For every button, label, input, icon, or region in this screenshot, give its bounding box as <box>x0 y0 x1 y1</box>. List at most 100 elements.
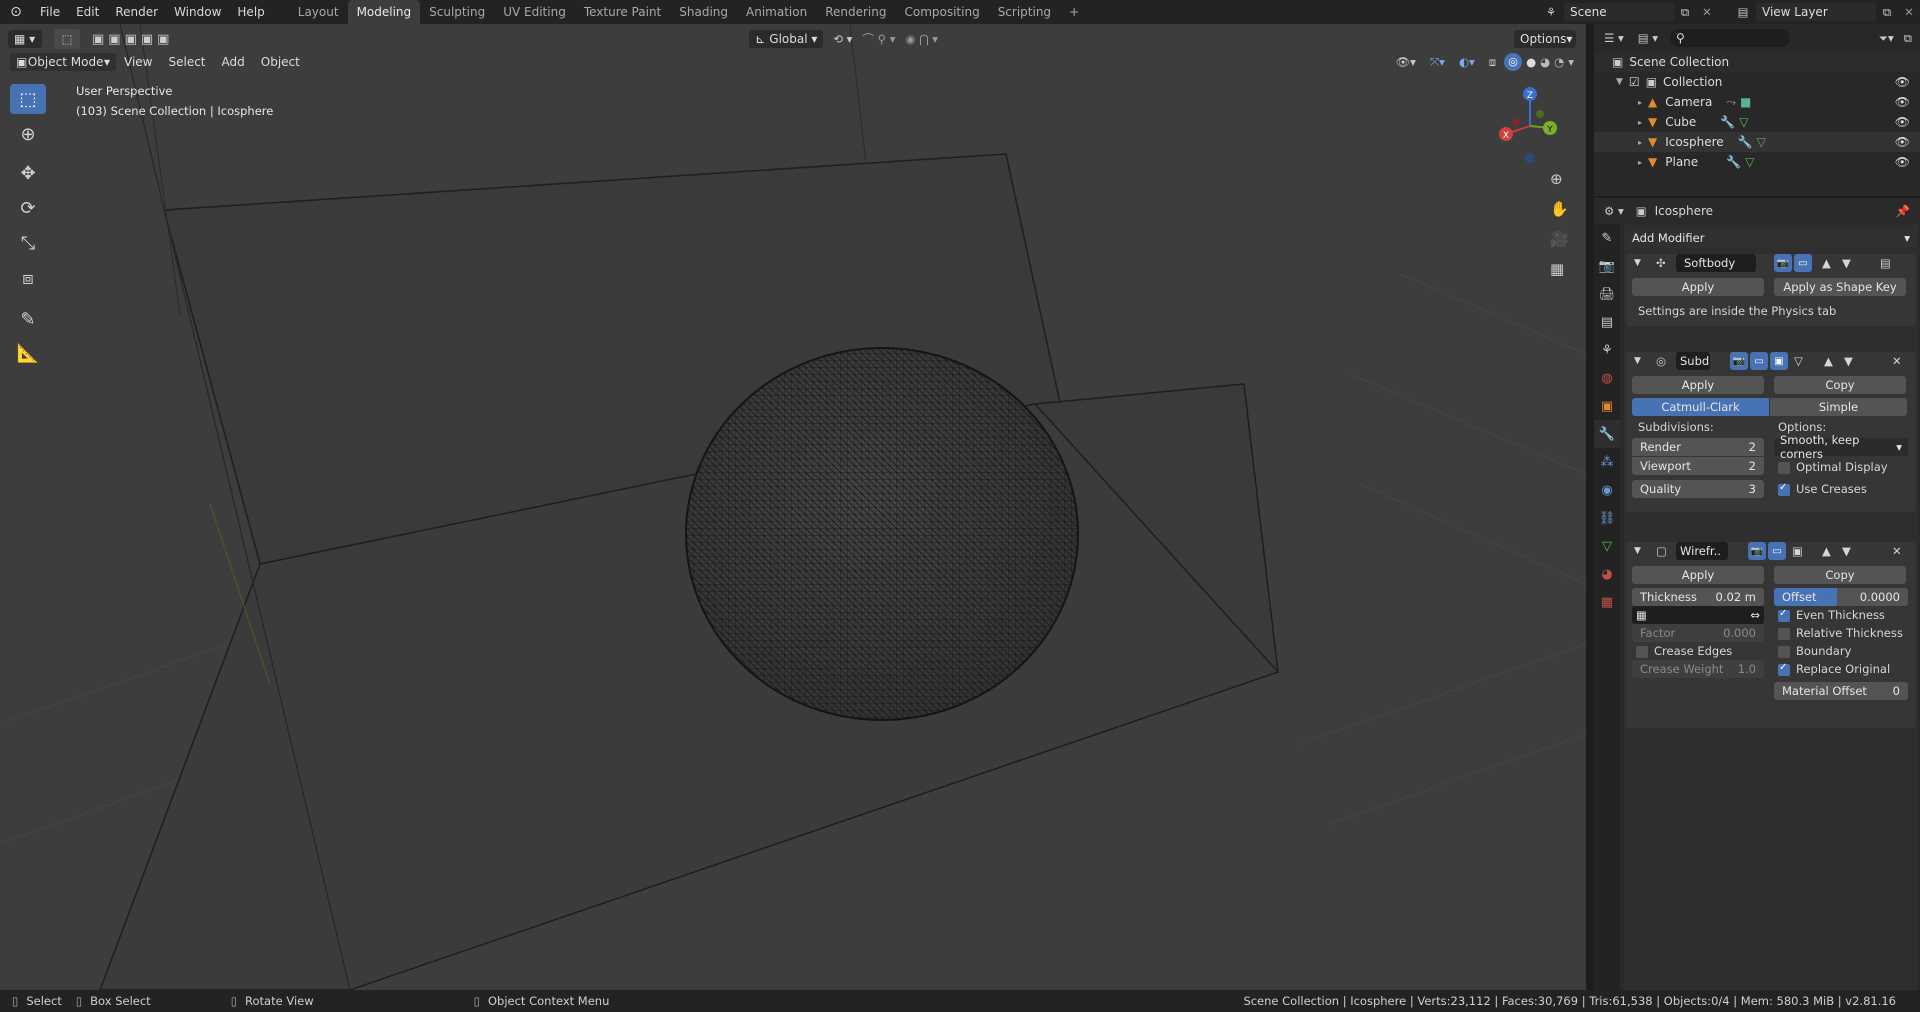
tab-shading[interactable]: Shading <box>670 0 737 24</box>
thickness-field[interactable]: Thickness 0.02 m <box>1632 588 1764 606</box>
shading-rendered-icon[interactable]: ◔ <box>1554 55 1564 69</box>
physics-tab-icon[interactable]: ◉ <box>1594 476 1620 504</box>
pin-icon[interactable]: 📌 <box>1896 204 1910 218</box>
relative-thickness-checkbox[interactable] <box>1778 628 1790 640</box>
scene-tab-icon[interactable]: ⚘ <box>1594 336 1620 364</box>
viewport-menu-view[interactable]: View <box>116 53 160 71</box>
outliner-item-camera[interactable]: ▸ ▲ Camera ⤳ ■ 👁 <box>1594 92 1920 112</box>
softbody-apply-button[interactable]: Apply <box>1632 278 1764 296</box>
move-down-icon[interactable]: ▼ <box>1842 256 1851 270</box>
move-tool-icon[interactable]: ✥ <box>10 158 46 188</box>
snap-icon[interactable]: ⌒ ⚲ ▾ <box>862 31 895 47</box>
new-collection-icon[interactable]: ⧉ <box>1904 31 1912 46</box>
tool-tab-icon[interactable]: ✎ <box>1594 224 1620 252</box>
render-tab-icon[interactable]: 📷 <box>1594 252 1620 280</box>
move-down-icon[interactable]: ▼ <box>1842 544 1851 558</box>
annotate-tool-icon[interactable]: ✎ <box>10 304 46 334</box>
new-view-layer-icon[interactable]: ⧉ <box>1876 5 1898 20</box>
editmode-toggle-icon[interactable]: ▣ <box>1792 544 1803 558</box>
collapse-icon[interactable]: ▼ <box>1634 546 1641 556</box>
tab-uv-editing[interactable]: UV Editing <box>494 0 575 24</box>
factor-field[interactable]: Factor 0.000 <box>1632 624 1764 642</box>
camera-view-icon[interactable]: 🎥 <box>1550 230 1569 248</box>
even-thickness-checkbox[interactable] <box>1778 608 1790 622</box>
options-dropdown[interactable]: Options ▾ <box>1514 30 1577 48</box>
outliner-item-plane[interactable]: ▸ ▼ Plane 🔧 ▽ 👁 <box>1594 152 1920 172</box>
eye-icon[interactable]: 👁 <box>1895 75 1910 89</box>
eye-icon[interactable]: 👁 <box>1895 115 1910 129</box>
crease-edges-checkbox[interactable] <box>1636 646 1648 658</box>
tab-sculpting[interactable]: Sculpting <box>420 0 494 24</box>
overlay-toggle-icon[interactable]: ◐▾ <box>1459 55 1475 69</box>
softbody-apply-shape-button[interactable]: Apply as Shape Key <box>1774 278 1906 296</box>
replace-original-checkbox[interactable] <box>1778 662 1790 676</box>
viewport-menu-select[interactable]: Select <box>160 53 213 71</box>
properties-editor-icon[interactable]: ⚙ ▾ <box>1604 204 1624 218</box>
3d-viewport[interactable]: ▦ ▾ ⬚ ▣▣▣▣▣ ⊾ Global ▾ ⟲ ▾ ⌒ ⚲ ▾ ◉ ⋂ ▾ Opt… <box>0 24 1586 990</box>
viewport-toggle-icon[interactable]: ▭ <box>1794 254 1812 272</box>
orientation-dropdown[interactable]: ⊾ Global ▾ <box>749 30 824 48</box>
remove-modifier-icon[interactable]: ✕ <box>1892 354 1902 368</box>
remove-modifier-icon[interactable]: ✕ <box>1892 544 1902 558</box>
constraints-tab-icon[interactable]: ⛓ <box>1594 504 1620 532</box>
outliner-item-icosphere[interactable]: ▸ ▼ Icosphere 🔧 ▽ 👁 <box>1594 132 1920 152</box>
shading-options-icon[interactable]: ▾ <box>1568 55 1574 69</box>
material-tab-icon[interactable]: ◕ <box>1594 560 1620 588</box>
tab-modeling[interactable]: Modeling <box>347 0 421 24</box>
simple-button[interactable]: Simple <box>1770 398 1907 416</box>
scene-icon[interactable]: ⚘ <box>1538 5 1564 19</box>
delete-scene-icon[interactable]: ✕ <box>1696 5 1718 19</box>
menu-help[interactable]: Help <box>229 0 272 24</box>
select-box-tool-icon[interactable]: ⬚ <box>10 84 46 114</box>
mesh-data-tab-icon[interactable]: ▽ <box>1594 532 1620 560</box>
optimal-display-checkbox[interactable] <box>1778 462 1790 474</box>
eye-icon[interactable]: 👁 <box>1895 135 1910 149</box>
zoom-icon[interactable]: ⊕ <box>1550 170 1563 188</box>
tab-texture-paint[interactable]: Texture Paint <box>575 0 670 24</box>
pivot-icon[interactable]: ⟲ ▾ <box>833 32 852 46</box>
filter-icon[interactable]: ⏷▾ <box>1879 31 1894 46</box>
viewport-toggle-icon[interactable]: ▭ <box>1750 352 1768 370</box>
invert-icon[interactable]: ⇔ <box>1750 608 1760 622</box>
pan-hand-icon[interactable]: ✋ <box>1550 200 1569 218</box>
view-layer-tab-icon[interactable]: ▤ <box>1594 308 1620 336</box>
viewport-menu-add[interactable]: Add <box>214 53 253 71</box>
outliner-item-cube[interactable]: ▸ ▼ Cube 🔧 ▽ 👁 <box>1594 112 1920 132</box>
boundary-checkbox[interactable] <box>1778 646 1790 658</box>
render-levels-field[interactable]: Render 2 <box>1632 438 1764 456</box>
modifier-options-icon[interactable]: ▤ <box>1880 256 1891 270</box>
tab-layout[interactable]: Layout <box>289 0 348 24</box>
navigation-gizmo[interactable]: Z Y X <box>1490 82 1570 172</box>
output-tab-icon[interactable]: 🖨 <box>1594 280 1620 308</box>
scene-field[interactable]: Scene <box>1564 3 1674 21</box>
tab-compositing[interactable]: Compositing <box>895 0 988 24</box>
quality-field[interactable]: Quality 3 <box>1632 480 1764 498</box>
collapse-icon[interactable]: ▼ <box>1634 356 1641 366</box>
outliner-collection[interactable]: ▼ ☑ ▣ Collection 👁 <box>1594 72 1920 92</box>
gizmo-toggle-icon[interactable]: ⤧▾ <box>1430 55 1445 70</box>
cursor-tool-icon[interactable]: ⊕ <box>10 119 46 149</box>
render-toggle-icon[interactable]: 📷 <box>1774 254 1792 272</box>
display-mode-icon[interactable]: ▤ ▾ <box>1638 31 1658 45</box>
outliner-scene-collection[interactable]: ▣ Scene Collection <box>1594 52 1920 72</box>
move-up-icon[interactable]: ▲ <box>1822 544 1831 558</box>
eye-icon[interactable]: 👁 <box>1895 155 1910 169</box>
viewport-menu-object[interactable]: Object <box>253 53 308 71</box>
eye-icon[interactable]: 👁 <box>1895 95 1910 109</box>
add-modifier-dropdown[interactable]: Add Modifier ▾ <box>1626 228 1916 248</box>
shading-solid-icon[interactable]: ● <box>1526 55 1536 69</box>
checkbox-icon[interactable]: ☑ <box>1629 75 1640 89</box>
collapse-icon[interactable]: ▼ <box>1634 258 1641 268</box>
uv-smooth-dropdown[interactable]: Smooth, keep corners ▾ <box>1774 433 1908 461</box>
outliner-editor-icon[interactable]: ☰ ▾ <box>1604 31 1624 45</box>
material-offset-field[interactable]: Material Offset 0 <box>1774 682 1908 700</box>
measure-tool-icon[interactable]: 📐 <box>10 338 46 368</box>
wire-copy-button[interactable]: Copy <box>1774 566 1906 584</box>
outliner-search[interactable]: ⚲ <box>1670 29 1791 47</box>
blender-logo-icon[interactable]: ⊙ <box>0 4 32 20</box>
wire-apply-button[interactable]: Apply <box>1632 566 1764 584</box>
menu-edit[interactable]: Edit <box>68 0 107 24</box>
delete-view-layer-icon[interactable]: ✕ <box>1898 5 1920 19</box>
softbody-name-field[interactable]: Softbody <box>1676 254 1756 272</box>
tab-animation[interactable]: Animation <box>737 0 816 24</box>
